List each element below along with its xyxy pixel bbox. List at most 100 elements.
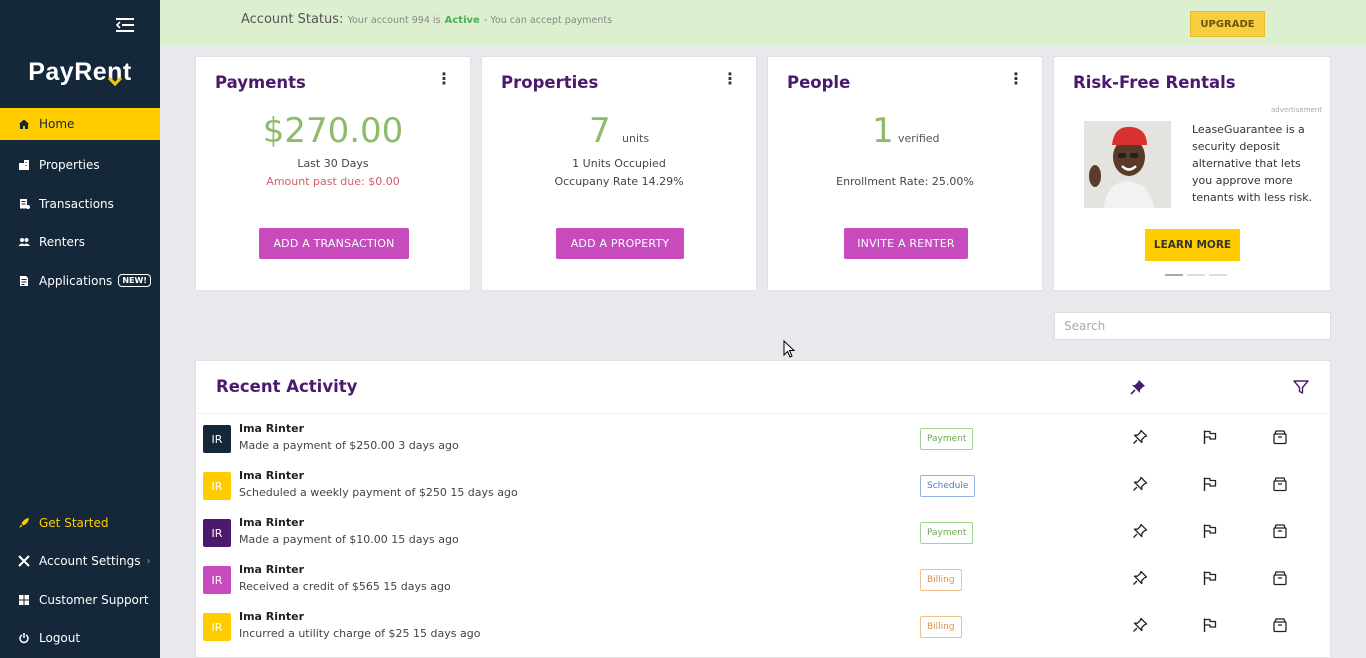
carousel-dots: [1165, 274, 1227, 276]
search-input[interactable]: [1054, 312, 1331, 340]
people-count: 1: [872, 111, 894, 151]
activity-row: IR Ima Rinter Received a credit of $565 15…: [196, 555, 1330, 602]
sidebar-item-label: Properties: [39, 158, 100, 173]
activity-type-tag: Payment: [920, 522, 974, 544]
support-icon: [19, 594, 29, 605]
bottom-nav: Get Started Account Settings › Customer …: [0, 504, 160, 657]
sidebar-item-renters[interactable]: Renters: [0, 223, 160, 262]
invite-renter-button[interactable]: INVITE A RENTER: [844, 228, 968, 259]
status-prefix: Your account 994 is: [347, 15, 441, 26]
flag-icon[interactable]: [1202, 523, 1218, 539]
ad-card: Risk-Free Rentals advertisement LeaseGua…: [1053, 56, 1331, 291]
activity-user-name: Ima Rinter: [239, 563, 305, 576]
activity-description: Made a payment of $10.00 15 days ago: [239, 533, 459, 546]
avatar: IR: [203, 425, 231, 453]
activity-description: Received a credit of $565 15 days ago: [239, 580, 451, 593]
avatar: IR: [203, 613, 231, 641]
sidebar-item-label: Logout: [39, 631, 81, 646]
pin-icon[interactable]: [1132, 570, 1148, 586]
payments-amount: $270.00: [262, 111, 404, 151]
pin-icon[interactable]: [1132, 523, 1148, 539]
activity-description: Incurred a utility charge of $25 15 days…: [239, 627, 481, 640]
ad-text: LeaseGuarantee is a security deposit alt…: [1192, 123, 1313, 204]
payments-period: Last 30 Days: [297, 157, 369, 170]
card-title: Properties: [501, 73, 599, 92]
sidebar-item-transactions[interactable]: Transactions: [0, 185, 160, 224]
new-badge: NEW!: [118, 274, 151, 288]
flag-icon[interactable]: [1202, 617, 1218, 633]
card-title: Risk-Free Rentals: [1073, 73, 1236, 92]
sidebar-item-label: Transactions: [39, 196, 114, 211]
pin-icon[interactable]: [1132, 429, 1148, 445]
activity-type-tag: Payment: [920, 428, 974, 450]
add-transaction-button[interactable]: ADD A TRANSACTION: [259, 228, 409, 259]
sidebar-item-properties[interactable]: Properties: [0, 146, 160, 185]
learn-more-button[interactable]: LEARN MORE: [1145, 229, 1240, 261]
flag-icon[interactable]: [1202, 570, 1218, 586]
activity-row: IR Ima Rinter Made a payment of $250.00 3 …: [196, 414, 1330, 461]
flag-icon[interactable]: [1202, 429, 1218, 445]
sidebar-item-home[interactable]: Home: [0, 108, 160, 140]
payments-card: Payments ⋮ $270.00 Last 30 Days Amount p…: [195, 56, 471, 291]
pinned-filter-icon[interactable]: [1130, 379, 1146, 395]
upgrade-button[interactable]: UPGRADE: [1190, 11, 1265, 37]
flag-icon[interactable]: [1202, 476, 1218, 492]
archive-icon[interactable]: [1272, 570, 1288, 586]
amount-past-due: Amount past due: $0.00: [266, 175, 400, 188]
activity-type-tag: Billing: [920, 569, 962, 591]
sidebar-item-logout[interactable]: Logout: [0, 619, 160, 657]
sidebar-item-label: Renters: [39, 235, 86, 250]
add-property-button[interactable]: ADD A PROPERTY: [556, 228, 684, 259]
advertisement-label: advertisement: [1270, 106, 1322, 114]
archive-icon[interactable]: [1272, 429, 1288, 445]
archive-icon[interactable]: [1272, 523, 1288, 539]
properties-count: 7: [589, 111, 611, 151]
verified-label: verified: [898, 132, 940, 145]
carousel-dot[interactable]: [1165, 274, 1183, 276]
activity-row: IR Ima Rinter Made a payment of $10.00 15 …: [196, 508, 1330, 555]
properties-card: Properties ⋮ 7 units 1 Units Occupied Oc…: [481, 56, 757, 291]
sidebar-item-account-settings[interactable]: Account Settings ›: [0, 542, 160, 580]
tools-icon: [18, 555, 30, 568]
units-label: units: [622, 132, 650, 145]
occupancy-rate: Occupany Rate 14.29%: [554, 175, 684, 188]
more-options-icon[interactable]: ⋮: [722, 71, 738, 87]
people-card: People ⋮ 1 verified Enrollment Rate: 25.…: [767, 56, 1043, 291]
account-status-text: Account Status: Your account 994 is Acti…: [241, 12, 612, 27]
ad-photo: [1084, 121, 1171, 208]
units-occupied: 1 Units Occupied: [572, 157, 666, 170]
status-suffix: - You can accept payments: [483, 15, 613, 26]
sidebar-item-label: Account Settings: [39, 554, 141, 569]
home-icon: [19, 119, 29, 129]
building-icon: [19, 160, 29, 171]
sidebar-item-applications[interactable]: Applications NEW!: [0, 262, 160, 301]
avatar: IR: [203, 566, 231, 594]
sidebar: PayRent Home Properties Transactions Ren…: [0, 0, 160, 658]
rocket-icon: [19, 518, 29, 529]
filter-icon[interactable]: [1293, 379, 1309, 395]
sidebar-item-customer-support[interactable]: Customer Support: [0, 581, 160, 619]
more-options-icon[interactable]: ⋮: [436, 71, 452, 87]
archive-icon[interactable]: [1272, 617, 1288, 633]
brand-logo[interactable]: PayRent: [0, 58, 160, 87]
document-icon: [20, 275, 28, 286]
archive-icon[interactable]: [1272, 476, 1288, 492]
menu-collapse-icon[interactable]: [116, 17, 134, 33]
pin-icon[interactable]: [1132, 476, 1148, 492]
recent-activity-panel: Recent Activity IR Ima Rinter Made a payme…: [195, 360, 1331, 658]
receipt-icon: [20, 198, 30, 209]
chevron-right-icon: ›: [146, 555, 151, 567]
activity-row: IR Ima Rinter Incurred a utility charge of…: [196, 602, 1330, 649]
people-icon: [18, 238, 30, 247]
carousel-dot[interactable]: [1209, 274, 1227, 276]
more-options-icon[interactable]: ⋮: [1008, 71, 1024, 87]
sidebar-item-label: Home: [39, 117, 75, 131]
activity-user-name: Ima Rinter: [239, 610, 305, 623]
pin-icon[interactable]: [1132, 617, 1148, 633]
activity-type-tag: Billing: [920, 616, 962, 638]
account-status-bar: Account Status: Your account 994 is Acti…: [160, 0, 1366, 45]
sidebar-item-get-started[interactable]: Get Started: [0, 504, 160, 542]
carousel-dot[interactable]: [1187, 274, 1205, 276]
card-title: People: [787, 73, 851, 92]
activity-user-name: Ima Rinter: [239, 516, 305, 529]
